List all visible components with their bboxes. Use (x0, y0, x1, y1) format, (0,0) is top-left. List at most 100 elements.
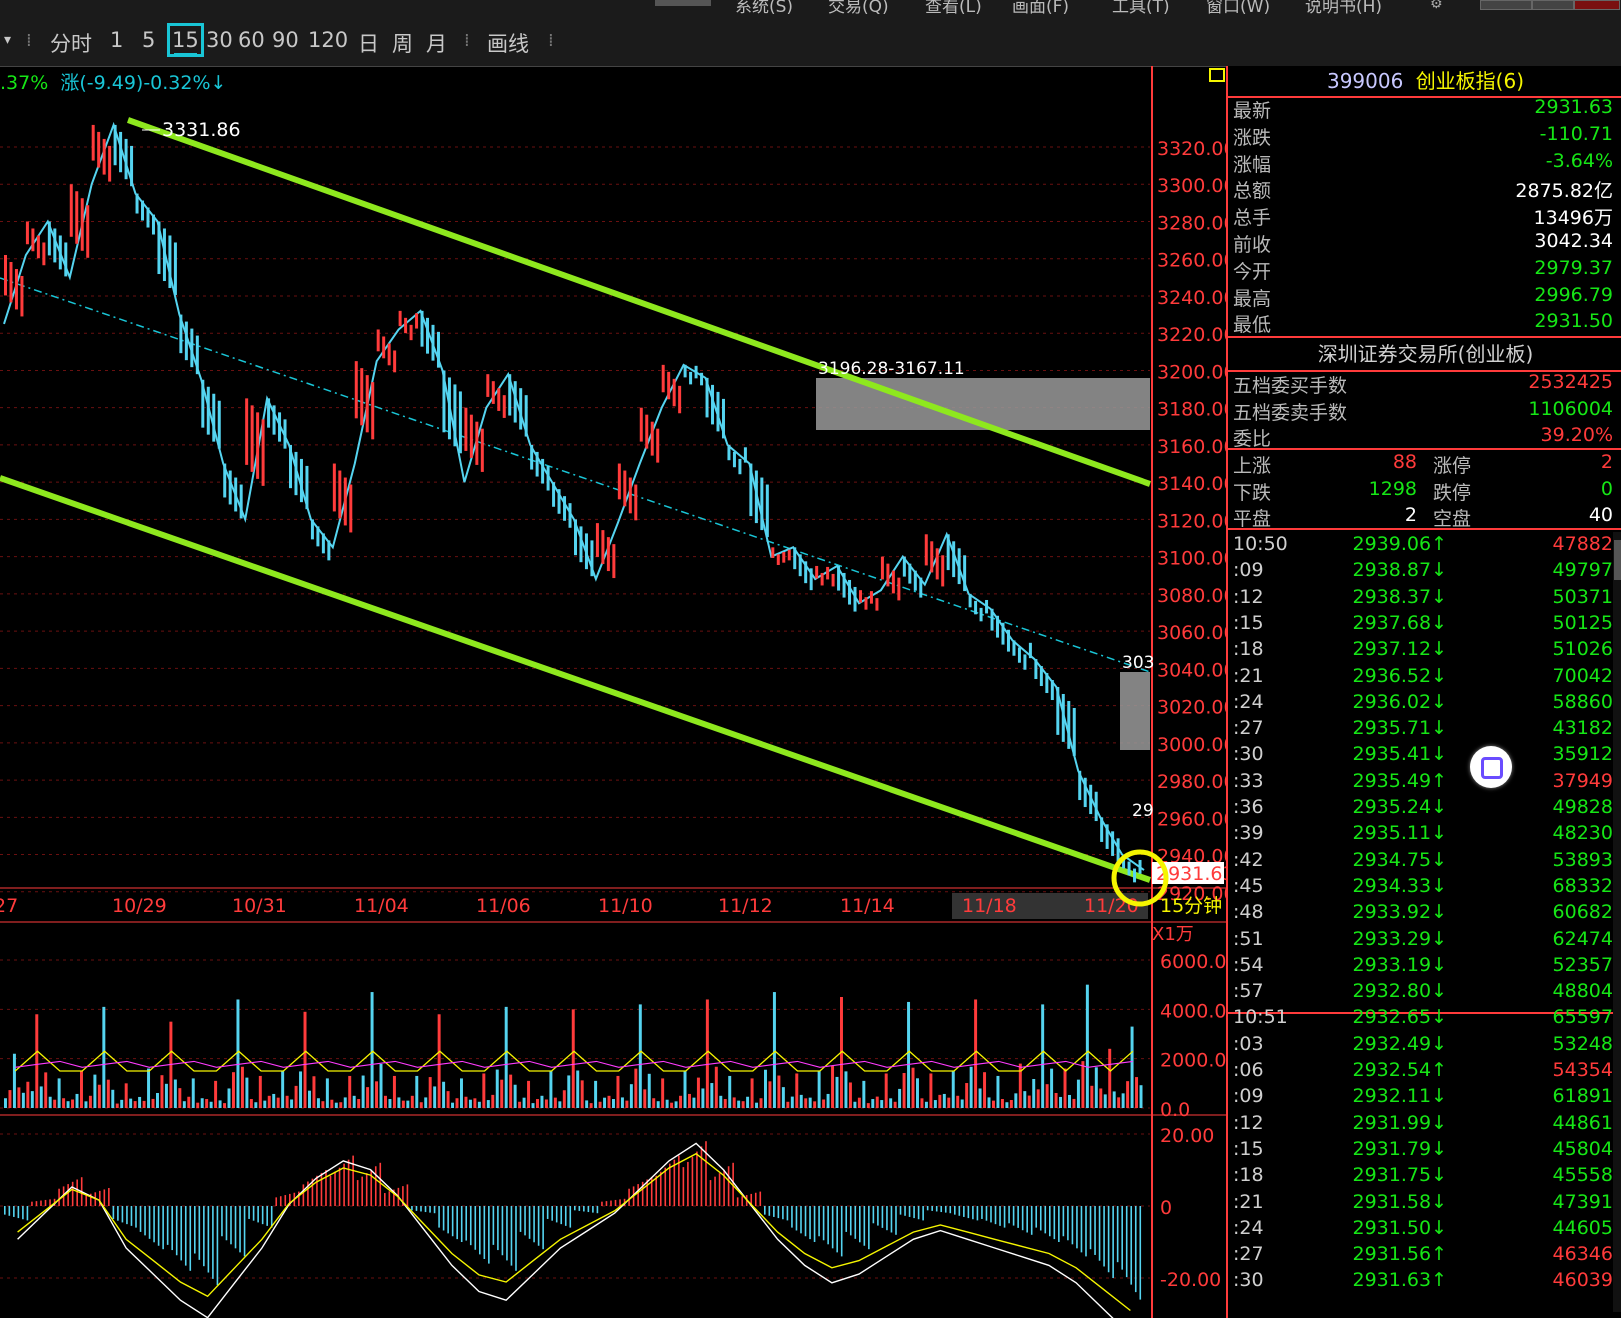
tick-row[interactable]: :15 2931.79↓ 45804 (1233, 1138, 1617, 1164)
macd-bar (8, 1206, 11, 1216)
tick-row[interactable]: :42 2934.75↓ 53893 (1233, 849, 1617, 875)
tick-row[interactable]: :54 2933.19↓ 52357 (1233, 954, 1617, 980)
volume-bar (804, 1098, 808, 1108)
volume-bar (705, 999, 709, 1108)
settings-icon[interactable]: ⚙ (1430, 0, 1443, 12)
macd-bar (944, 1206, 947, 1213)
macd-bar (1094, 1206, 1096, 1255)
volume-bar (544, 1099, 548, 1108)
volume-bar (558, 1101, 562, 1108)
tick-row[interactable]: :39 2935.11↓ 48230 (1233, 822, 1617, 848)
volume-bar (942, 1093, 946, 1108)
tick-row[interactable]: :51 2933.29↓ 62474 (1233, 928, 1617, 954)
volume-bar (97, 1084, 101, 1108)
tick-row[interactable]: :09 2932.11↓ 61891 (1233, 1085, 1617, 1111)
candle (891, 570, 895, 594)
candle (579, 526, 583, 563)
candle (519, 388, 523, 430)
price-axis-label: 3020.00 (1157, 697, 1233, 719)
quote-row: 最新 2931.63 (1233, 96, 1617, 122)
macd-bar (687, 1161, 689, 1206)
candle (256, 412, 260, 479)
candle (1045, 673, 1049, 694)
macd-bar (243, 1206, 246, 1257)
tick-row[interactable]: 10:50 2939.06↑ 47882 (1233, 533, 1617, 559)
tick-time: :15 (1233, 1137, 1264, 1160)
candle (595, 523, 599, 558)
tick-row[interactable]: :15 2937.68↓ 50125 (1233, 612, 1617, 638)
volume-bar (71, 1099, 75, 1108)
assistant-icon[interactable] (1470, 746, 1512, 788)
index-code: 399006 (1326, 69, 1404, 93)
maximize-button[interactable] (1532, 0, 1574, 10)
macd-bar (935, 1206, 938, 1212)
tick-row[interactable]: :09 2938.87↓ 49797 (1233, 559, 1617, 585)
volume-bar (795, 1073, 799, 1108)
tick-row[interactable]: :21 2936.52↓ 70042 (1233, 665, 1617, 691)
macd-bar (108, 1188, 110, 1206)
tick-row[interactable]: 10:51 2932.65↓ 65597 (1233, 1006, 1617, 1032)
candle (64, 242, 68, 277)
chart-corner-icon[interactable] (1209, 68, 1225, 82)
tick-row[interactable]: :03 2932.49↓ 53248 (1233, 1033, 1617, 1059)
macd-bar (592, 1206, 594, 1213)
tick-row[interactable]: :18 2937.12↓ 51026 (1233, 638, 1617, 664)
candle (486, 374, 490, 397)
tick-row[interactable]: :30 2935.41↓ 35912 (1233, 743, 1617, 769)
candle (771, 547, 775, 558)
candle (689, 371, 693, 385)
macd-bar (764, 1206, 766, 1215)
candle (826, 566, 830, 580)
volume-bar (571, 1009, 575, 1108)
candle (732, 451, 736, 468)
tick-row[interactable]: :24 2931.50↓ 44605 (1233, 1217, 1617, 1243)
macd-bar (926, 1206, 929, 1211)
macd-bar (605, 1201, 608, 1206)
volume-bar (1117, 1097, 1121, 1108)
candle (793, 547, 797, 570)
macd-bar (175, 1206, 178, 1256)
tick-row[interactable]: :45 2934.33↓ 68332 (1233, 875, 1617, 901)
macd-bar (560, 1206, 563, 1225)
tick-price: 2936.02↓ (1352, 690, 1448, 713)
tick-row[interactable]: :27 2935.71↓ 43182 (1233, 717, 1617, 743)
minimize-button[interactable] (1480, 0, 1532, 10)
close-button[interactable] (1574, 0, 1620, 10)
menu-item[interactable]: 说明书(H) (1305, 0, 1382, 17)
tick-row[interactable]: :36 2935.24↓ 49828 (1233, 796, 1617, 822)
volume-bar (1135, 1077, 1139, 1108)
tick-row[interactable]: :48 2933.92↓ 60682 (1233, 901, 1617, 927)
tick-row[interactable]: :30 2931.63↑ 46039 (1233, 1269, 1617, 1295)
volume-bar (728, 1075, 732, 1108)
candle (173, 242, 177, 296)
candle (1061, 693, 1065, 742)
tick-row[interactable]: :12 2931.99↓ 44861 (1233, 1112, 1617, 1138)
macd-bar (754, 1192, 757, 1206)
volume-bar (272, 1093, 276, 1108)
macd-bar (804, 1206, 807, 1237)
tick-row[interactable]: :24 2936.02↓ 58860 (1233, 691, 1617, 717)
macd-bar (26, 1206, 29, 1221)
tick-row[interactable]: :12 2938.37↓ 50371 (1233, 586, 1617, 612)
tick-row[interactable]: :27 2931.56↑ 46346 (1233, 1243, 1617, 1269)
breadth-value: 2 (1404, 504, 1417, 526)
tick-row[interactable]: :21 2931.58↓ 47391 (1233, 1191, 1617, 1217)
tick-row[interactable]: :33 2935.49↑ 37949 (1233, 770, 1617, 796)
tick-row[interactable]: :57 2932.80↓ 48804 (1233, 980, 1617, 1006)
macd-bar (831, 1206, 834, 1249)
candle (1100, 817, 1104, 842)
candle (563, 496, 567, 521)
kline-chart[interactable]: 3320.00 3300.00 3280.00 3260.00 3240.00 3220.… (0, 0, 1233, 1318)
quote-value: -3.64% (1545, 149, 1613, 172)
tick-row[interactable]: :06 2932.54↑ 54354 (1233, 1059, 1617, 1085)
price-axis-label: 3120.00 (1157, 510, 1233, 532)
candle (639, 407, 643, 442)
tick-row[interactable]: :18 2931.75↓ 45558 (1233, 1164, 1617, 1190)
macd-bar (31, 1201, 33, 1206)
volume-bar (209, 1101, 213, 1108)
macd-bar (1021, 1206, 1024, 1231)
macd-bar (1139, 1206, 1142, 1300)
candle (552, 482, 556, 507)
volume-bar (1000, 1099, 1004, 1108)
volume-bar (84, 1101, 88, 1108)
